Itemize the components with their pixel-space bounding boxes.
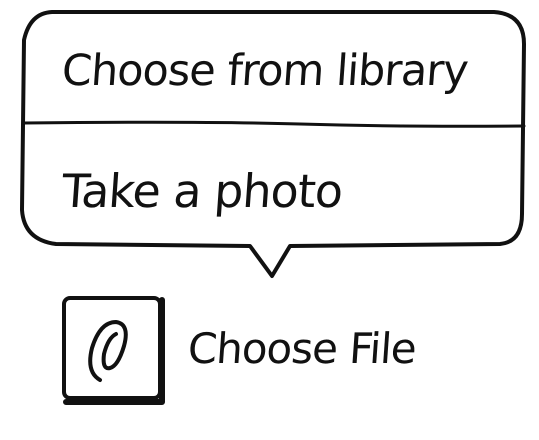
choose-file-label[interactable]: Choose File [186,324,417,373]
choose-file-button[interactable] [62,296,164,404]
menu-item-choose-from-library-label: Choose from library [60,46,470,96]
menu-item-take-a-photo-label: Take a photo [60,164,344,218]
